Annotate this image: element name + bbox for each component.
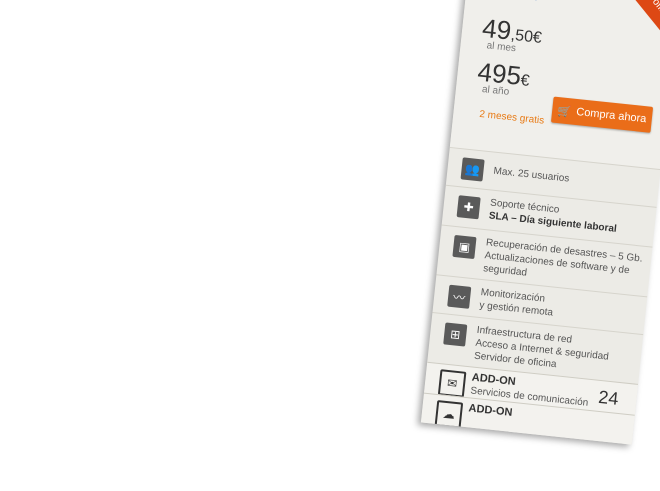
medkit-icon: ✚ — [456, 195, 481, 220]
pricing-card: Small Business Edition 49,50€ al mes 495… — [420, 0, 660, 445]
monitor-icon: 〰 — [447, 284, 472, 309]
network-icon: ⊞ — [443, 322, 468, 347]
yearly-price: 495€ al año — [476, 56, 531, 98]
promo-text: 2 meses gratis — [478, 108, 545, 127]
users-icon: 👥 — [460, 157, 485, 182]
plan-title: Small Business Edition — [486, 0, 659, 17]
buy-now-button[interactable]: 🛒 Compra ahora — [550, 96, 654, 133]
safe-icon: ▣ — [452, 234, 477, 260]
cloud-icon: ☁ — [434, 400, 464, 429]
pricing-header: Small Business Edition 49,50€ al mes 495… — [449, 0, 660, 170]
pricing-card-wrapper: Small Business Edition 49,50€ al mes 495… — [420, 0, 660, 445]
cart-icon: 🛒 — [557, 104, 572, 118]
monthly-price: 49,50€ al mes — [480, 12, 543, 55]
addon-price: 24 — [597, 386, 620, 409]
mail-icon: ✉ — [437, 369, 467, 398]
